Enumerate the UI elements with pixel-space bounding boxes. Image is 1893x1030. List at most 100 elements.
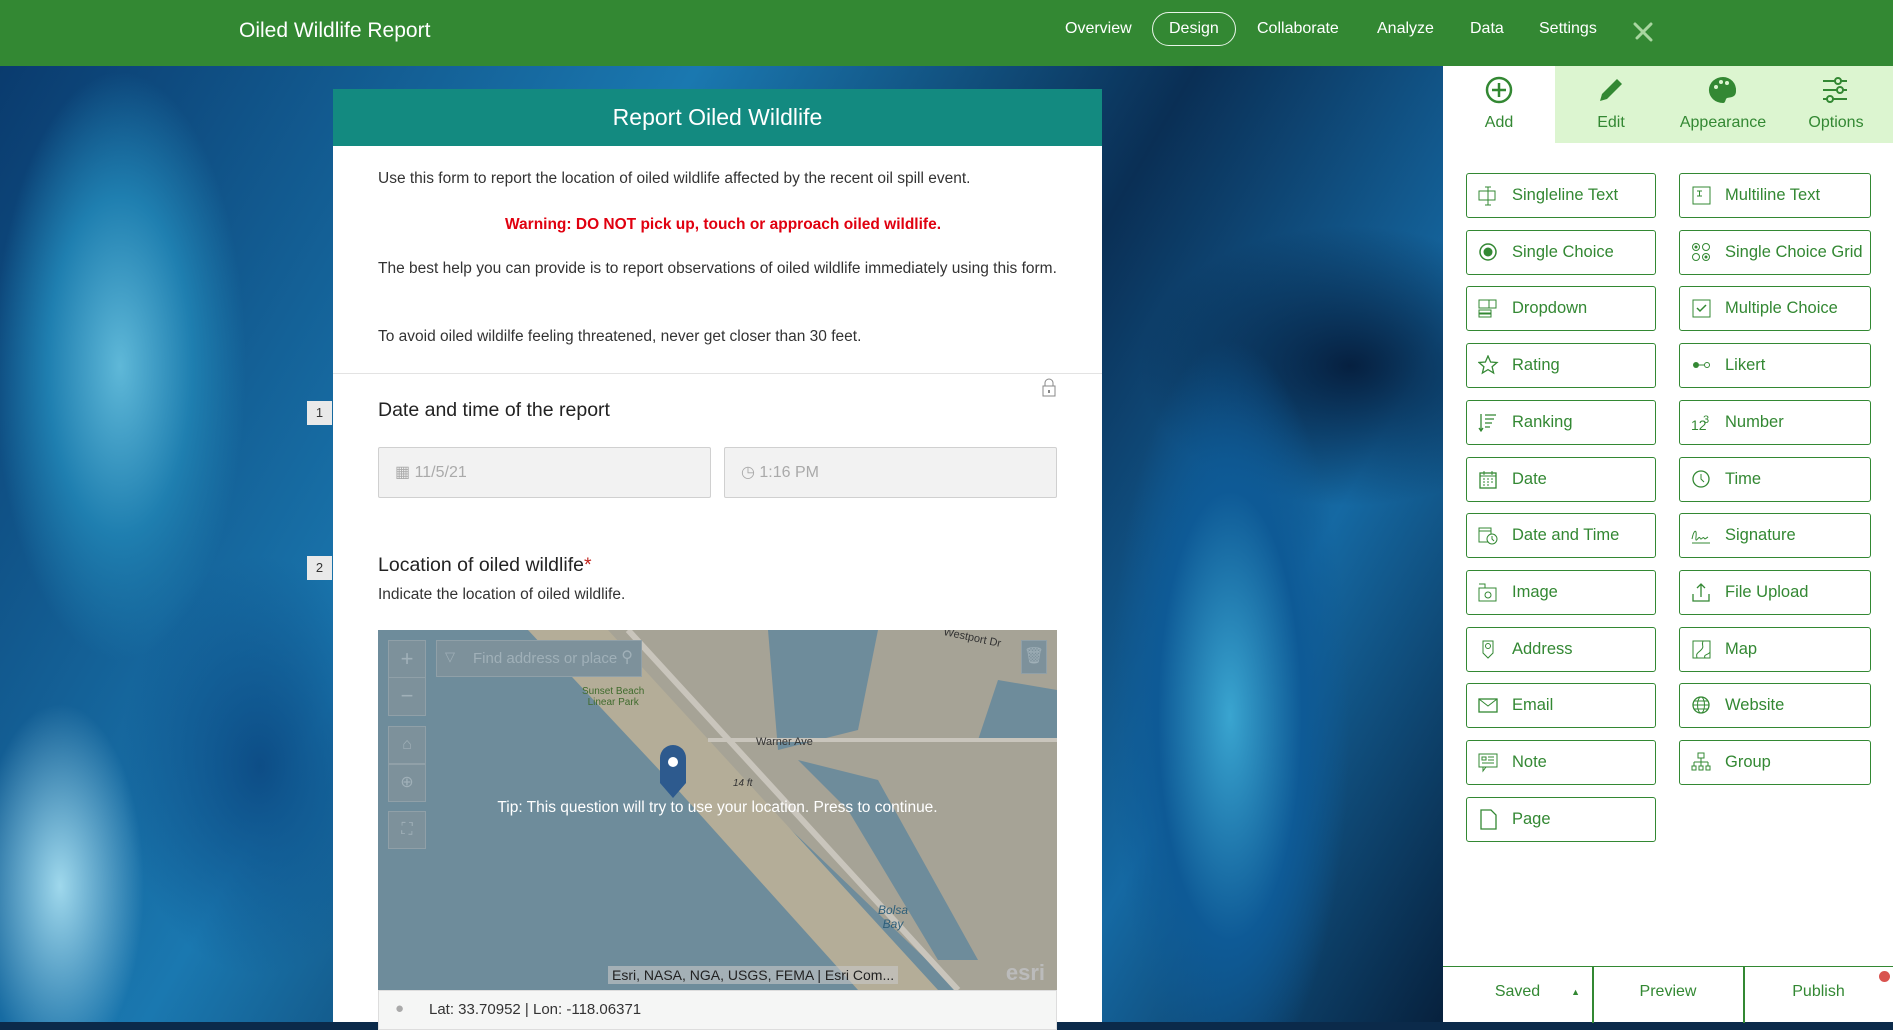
add-signature-button[interactable]: Signature <box>1679 513 1871 559</box>
add-dropdown-button[interactable]: Dropdown <box>1466 286 1656 332</box>
nav-design[interactable]: Design <box>1152 12 1236 46</box>
form-distance: To avoid oiled wildilfe feeling threaten… <box>378 328 862 345</box>
nav-collaborate[interactable]: Collaborate <box>1257 20 1339 38</box>
group-icon <box>1691 752 1711 771</box>
map-label: Sunset Beach Linear Park <box>582 686 645 708</box>
tab-options[interactable]: Options <box>1779 66 1893 143</box>
date-time-icon <box>1478 527 1498 545</box>
date-input[interactable]: ▦ 11/5/21 <box>378 447 711 498</box>
zoom-out-button[interactable]: − <box>389 678 425 715</box>
home-button[interactable]: ⌂ <box>388 726 426 764</box>
search-input[interactable]: Find address or place <box>473 650 617 667</box>
map-label: 14 ft <box>733 778 753 789</box>
question-type-label: Note <box>1512 753 1547 771</box>
question-type-label: Date <box>1512 469 1547 488</box>
time-input[interactable]: ◷ 1:16 PM <box>724 447 1057 498</box>
search-dropdown-icon[interactable]: ▽ <box>445 649 455 665</box>
lock-icon[interactable] <box>1041 378 1057 398</box>
question-type-label: Time <box>1725 469 1762 488</box>
question-type-label: Multiple Choice <box>1725 299 1838 318</box>
top-header: Oiled Wildlife Report Overview Design Co… <box>0 0 1893 66</box>
question-type-label: Email <box>1512 696 1554 715</box>
tab-add[interactable]: Add <box>1443 66 1555 143</box>
add-image-button[interactable]: Image <box>1466 569 1656 615</box>
coordinates: Lat: 33.70952 | Lon: -118.06371 <box>429 1001 642 1018</box>
locate-button[interactable]: ⊕ <box>388 764 426 802</box>
search-icon[interactable]: ⚲ <box>621 647 633 667</box>
add-multiple-choice-button[interactable]: Multiple Choice <box>1679 286 1871 332</box>
trash-button[interactable]: 🗑 <box>1021 640 1047 674</box>
add-date-and-time-button[interactable]: Date and Time <box>1466 513 1656 559</box>
multiline-text-icon <box>1692 186 1711 205</box>
question-type-label: Map <box>1725 639 1758 658</box>
add-ranking-button[interactable]: Ranking <box>1466 399 1656 445</box>
sliders-icon <box>1823 77 1847 103</box>
question-type-label: Group <box>1725 753 1771 771</box>
question-title: Date and time of the report <box>378 399 610 421</box>
pencil-icon <box>1600 79 1622 101</box>
ranking-icon <box>1478 413 1496 432</box>
signature-icon <box>1691 530 1710 544</box>
add-number-button[interactable]: 12 3 Number <box>1679 399 1871 445</box>
add-single-choice-grid-button[interactable]: Single Choice Grid <box>1679 229 1871 275</box>
divider <box>333 373 1102 374</box>
map-icon <box>1692 640 1711 659</box>
map-widget[interactable]: Sunset Beach Linear Park Warner Ave Westp… <box>378 630 1057 990</box>
add-email-button[interactable]: Email <box>1466 683 1656 729</box>
saved-button[interactable]: Saved ▲ <box>1443 967 1592 1023</box>
form-warning: Warning: DO NOT pick up, touch or approa… <box>504 216 942 233</box>
preview-button[interactable]: Preview <box>1593 967 1743 1023</box>
add-single-choice-button[interactable]: Single Choice <box>1466 229 1656 275</box>
nav-overview[interactable]: Overview <box>1065 20 1132 38</box>
add-website-button[interactable]: Website <box>1679 683 1871 729</box>
tools-icon[interactable] <box>1632 21 1654 43</box>
envelope-icon <box>1478 698 1498 713</box>
nav-settings[interactable]: Settings <box>1539 20 1597 38</box>
zoom-in-button[interactable]: + <box>389 641 425 678</box>
add-date-button[interactable]: Date <box>1466 456 1656 502</box>
calendar-icon <box>1479 470 1497 489</box>
nav-analyze[interactable]: Analyze <box>1377 20 1434 38</box>
add-singleline-text-button[interactable]: Singleline Text <box>1466 173 1656 218</box>
dropdown-icon <box>1478 299 1497 318</box>
coordinates-bar: ● Lat: 33.70952 | Lon: -118.06371 <box>378 990 1057 1030</box>
text-cursor-icon <box>1478 186 1496 206</box>
add-multiline-text-button[interactable]: Multiline Text <box>1679 173 1871 218</box>
question-type-label: Likert <box>1725 356 1766 375</box>
esri-logo: esri <box>1005 960 1045 985</box>
caret-up-icon: ▲ <box>1571 987 1580 997</box>
question-type-label: Number <box>1725 412 1784 431</box>
add-group-button[interactable]: Group <box>1679 740 1871 785</box>
add-page-button[interactable]: Page <box>1466 796 1656 842</box>
add-file-upload-button[interactable]: File Upload <box>1679 569 1871 615</box>
tab-edit[interactable]: Edit <box>1555 66 1667 143</box>
radio-icon <box>1479 242 1497 261</box>
clock-icon: ◷ <box>741 464 760 481</box>
map-label: Bolsa Bay <box>878 903 909 931</box>
add-time-button[interactable]: Time <box>1679 456 1871 502</box>
map-label: Warner Ave <box>756 736 813 748</box>
question-type-label: Multiline Text <box>1725 186 1821 204</box>
question-description: Indicate the location of oiled wildlife. <box>378 586 626 603</box>
tab-appearance[interactable]: Appearance <box>1667 66 1779 143</box>
required-mark: * <box>583 554 592 576</box>
locate-icon: ⊕ <box>400 774 414 791</box>
clock-icon <box>1692 469 1710 488</box>
notification-dot <box>1879 971 1890 982</box>
add-rating-button[interactable]: Rating <box>1466 343 1656 389</box>
map-tip[interactable]: Tip: This question will try to use your … <box>378 799 1057 817</box>
question-number-2: 2 <box>307 556 332 580</box>
add-likert-button[interactable]: Likert <box>1679 343 1871 389</box>
add-map-button[interactable]: Map <box>1679 626 1871 672</box>
address-pin-icon <box>1482 640 1494 659</box>
form-title: Report Oiled Wildlife <box>333 89 1102 146</box>
plus-circle-icon <box>1485 76 1513 104</box>
question-type-label: Address <box>1512 639 1573 658</box>
nav-data[interactable]: Data <box>1470 20 1504 38</box>
question-type-label: Single Choice <box>1512 242 1614 261</box>
add-address-button[interactable]: Address <box>1466 626 1656 672</box>
publish-button[interactable]: Publish <box>1744 967 1893 1023</box>
map-search[interactable]: ▽ Find address or place ⚲ <box>436 640 642 677</box>
add-note-button[interactable]: Note <box>1466 740 1656 785</box>
svg-text:3: 3 <box>1703 414 1709 426</box>
